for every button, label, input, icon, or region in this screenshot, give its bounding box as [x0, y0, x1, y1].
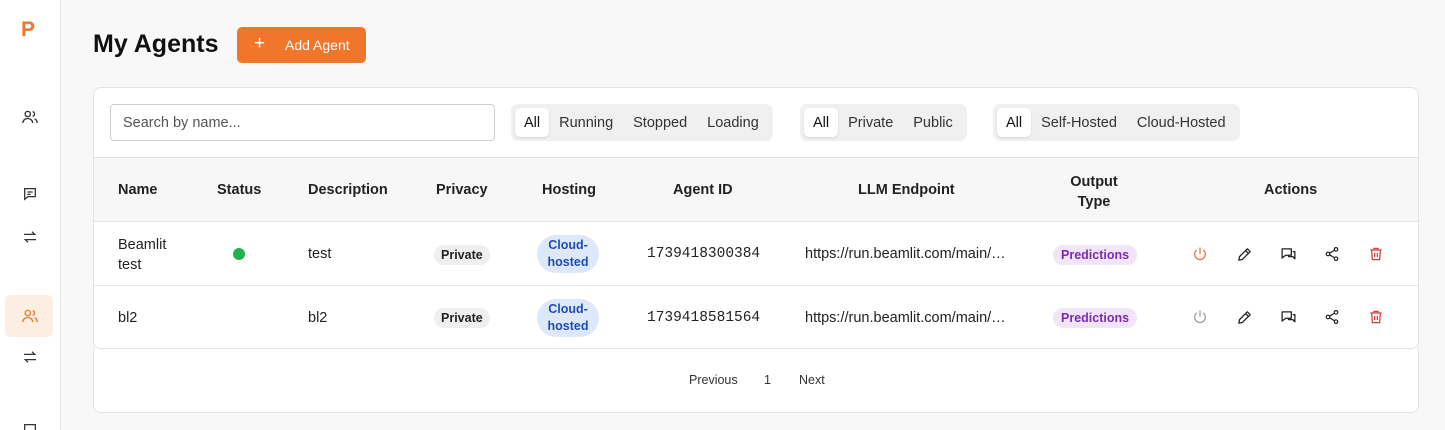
- edit-icon[interactable]: [1233, 306, 1255, 328]
- status-filter-running[interactable]: Running: [549, 108, 623, 137]
- column-status: Status: [217, 182, 262, 198]
- privacy-badge: Private: [434, 245, 490, 265]
- page-title: My Agents: [93, 30, 219, 58]
- hosting-filter-cloud-hosted[interactable]: Cloud-Hosted: [1127, 108, 1236, 137]
- llm-endpoint: https://run.beamlit.com/main/…: [805, 310, 1006, 326]
- plus-icon: +: [254, 33, 266, 54]
- agent-name: bl2: [118, 310, 138, 326]
- table-row: bl2 bl2 Private Cloud- hosted 1739418581…: [94, 286, 1418, 348]
- users-icon[interactable]: [18, 304, 42, 328]
- column-output-type-line1: Output: [1070, 174, 1118, 190]
- privacy-filter: All Private Public: [800, 104, 967, 141]
- edit-icon[interactable]: [1233, 243, 1255, 265]
- users-icon[interactable]: [18, 105, 42, 129]
- next-page-button[interactable]: Next: [799, 373, 825, 387]
- previous-page-button[interactable]: Previous: [689, 373, 738, 387]
- output-type-badge: Predictions: [1053, 245, 1138, 265]
- status-filter: All Running Stopped Loading: [511, 104, 773, 141]
- table-header: Name Status Description Privacy Hosting …: [94, 157, 1418, 222]
- hosting-badge: Cloud- hosted: [537, 235, 599, 273]
- filter-bar: All Running Stopped Loading All Private …: [94, 88, 1418, 157]
- hosting-badge: Cloud- hosted: [537, 299, 599, 337]
- add-agent-label: Add Agent: [285, 37, 350, 53]
- chat-icon[interactable]: [18, 182, 42, 206]
- delete-icon[interactable]: [1365, 306, 1387, 328]
- agent-name: Beamlit test: [118, 235, 166, 275]
- column-hosting: Hosting: [542, 182, 596, 198]
- power-icon[interactable]: [1189, 243, 1211, 265]
- agent-id: 1739418581564: [647, 310, 761, 326]
- column-actions: Actions: [1264, 182, 1318, 198]
- column-privacy: Privacy: [436, 182, 488, 198]
- sidebar: P: [0, 0, 61, 430]
- hosting-filter-all[interactable]: All: [997, 108, 1032, 137]
- privacy-badge: Private: [434, 308, 490, 328]
- agent-description: test: [308, 246, 332, 262]
- page-number[interactable]: 1: [764, 373, 771, 387]
- add-agent-button[interactable]: + Add Agent: [237, 27, 366, 63]
- agent-name-line1: Beamlit: [118, 237, 167, 253]
- agent-id: 1739418300384: [647, 246, 761, 262]
- column-name: Name: [118, 182, 158, 198]
- hosting-badge-line1: Cloud-: [548, 238, 588, 252]
- hosting-badge-line2: hosted: [547, 319, 589, 333]
- chat-icon[interactable]: [1277, 306, 1299, 328]
- privacy-filter-private[interactable]: Private: [838, 108, 903, 137]
- transfer-icon[interactable]: [18, 345, 42, 369]
- chat-icon[interactable]: [18, 418, 42, 430]
- hosting-badge-line1: Cloud-: [548, 302, 588, 316]
- column-description: Description: [308, 182, 388, 198]
- column-llm-endpoint: LLM Endpoint: [858, 182, 955, 198]
- agents-card: All Running Stopped Loading All Private …: [93, 87, 1419, 349]
- column-output-type-line2: Type: [1077, 194, 1111, 210]
- privacy-filter-public[interactable]: Public: [903, 108, 963, 137]
- logo: P: [21, 18, 36, 41]
- agent-name-line2: test: [118, 257, 142, 273]
- status-running-dot: [233, 248, 245, 260]
- transfer-icon[interactable]: [18, 225, 42, 249]
- hosting-badge-line2: hosted: [547, 255, 589, 269]
- delete-icon[interactable]: [1365, 243, 1387, 265]
- chat-icon[interactable]: [1277, 243, 1299, 265]
- status-filter-all[interactable]: All: [515, 108, 550, 137]
- hosting-filter-self-hosted[interactable]: Self-Hosted: [1031, 108, 1127, 137]
- llm-endpoint: https://run.beamlit.com/main/…: [805, 246, 1006, 262]
- power-icon[interactable]: [1189, 306, 1211, 328]
- search-input[interactable]: [110, 104, 495, 141]
- output-type-badge: Predictions: [1053, 308, 1138, 328]
- pagination: Previous 1 Next: [93, 349, 1419, 413]
- table-row: Beamlit test test Private Cloud- hosted …: [94, 222, 1418, 286]
- column-agent-id: Agent ID: [673, 182, 733, 198]
- share-icon[interactable]: [1321, 243, 1343, 265]
- hosting-filter: All Self-Hosted Cloud-Hosted: [993, 104, 1240, 141]
- agent-description: bl2: [308, 310, 328, 326]
- status-filter-stopped[interactable]: Stopped: [623, 108, 697, 137]
- privacy-filter-all[interactable]: All: [804, 108, 839, 137]
- status-filter-loading[interactable]: Loading: [697, 108, 769, 137]
- share-icon[interactable]: [1321, 306, 1343, 328]
- column-output-type: Output Type: [1064, 172, 1124, 212]
